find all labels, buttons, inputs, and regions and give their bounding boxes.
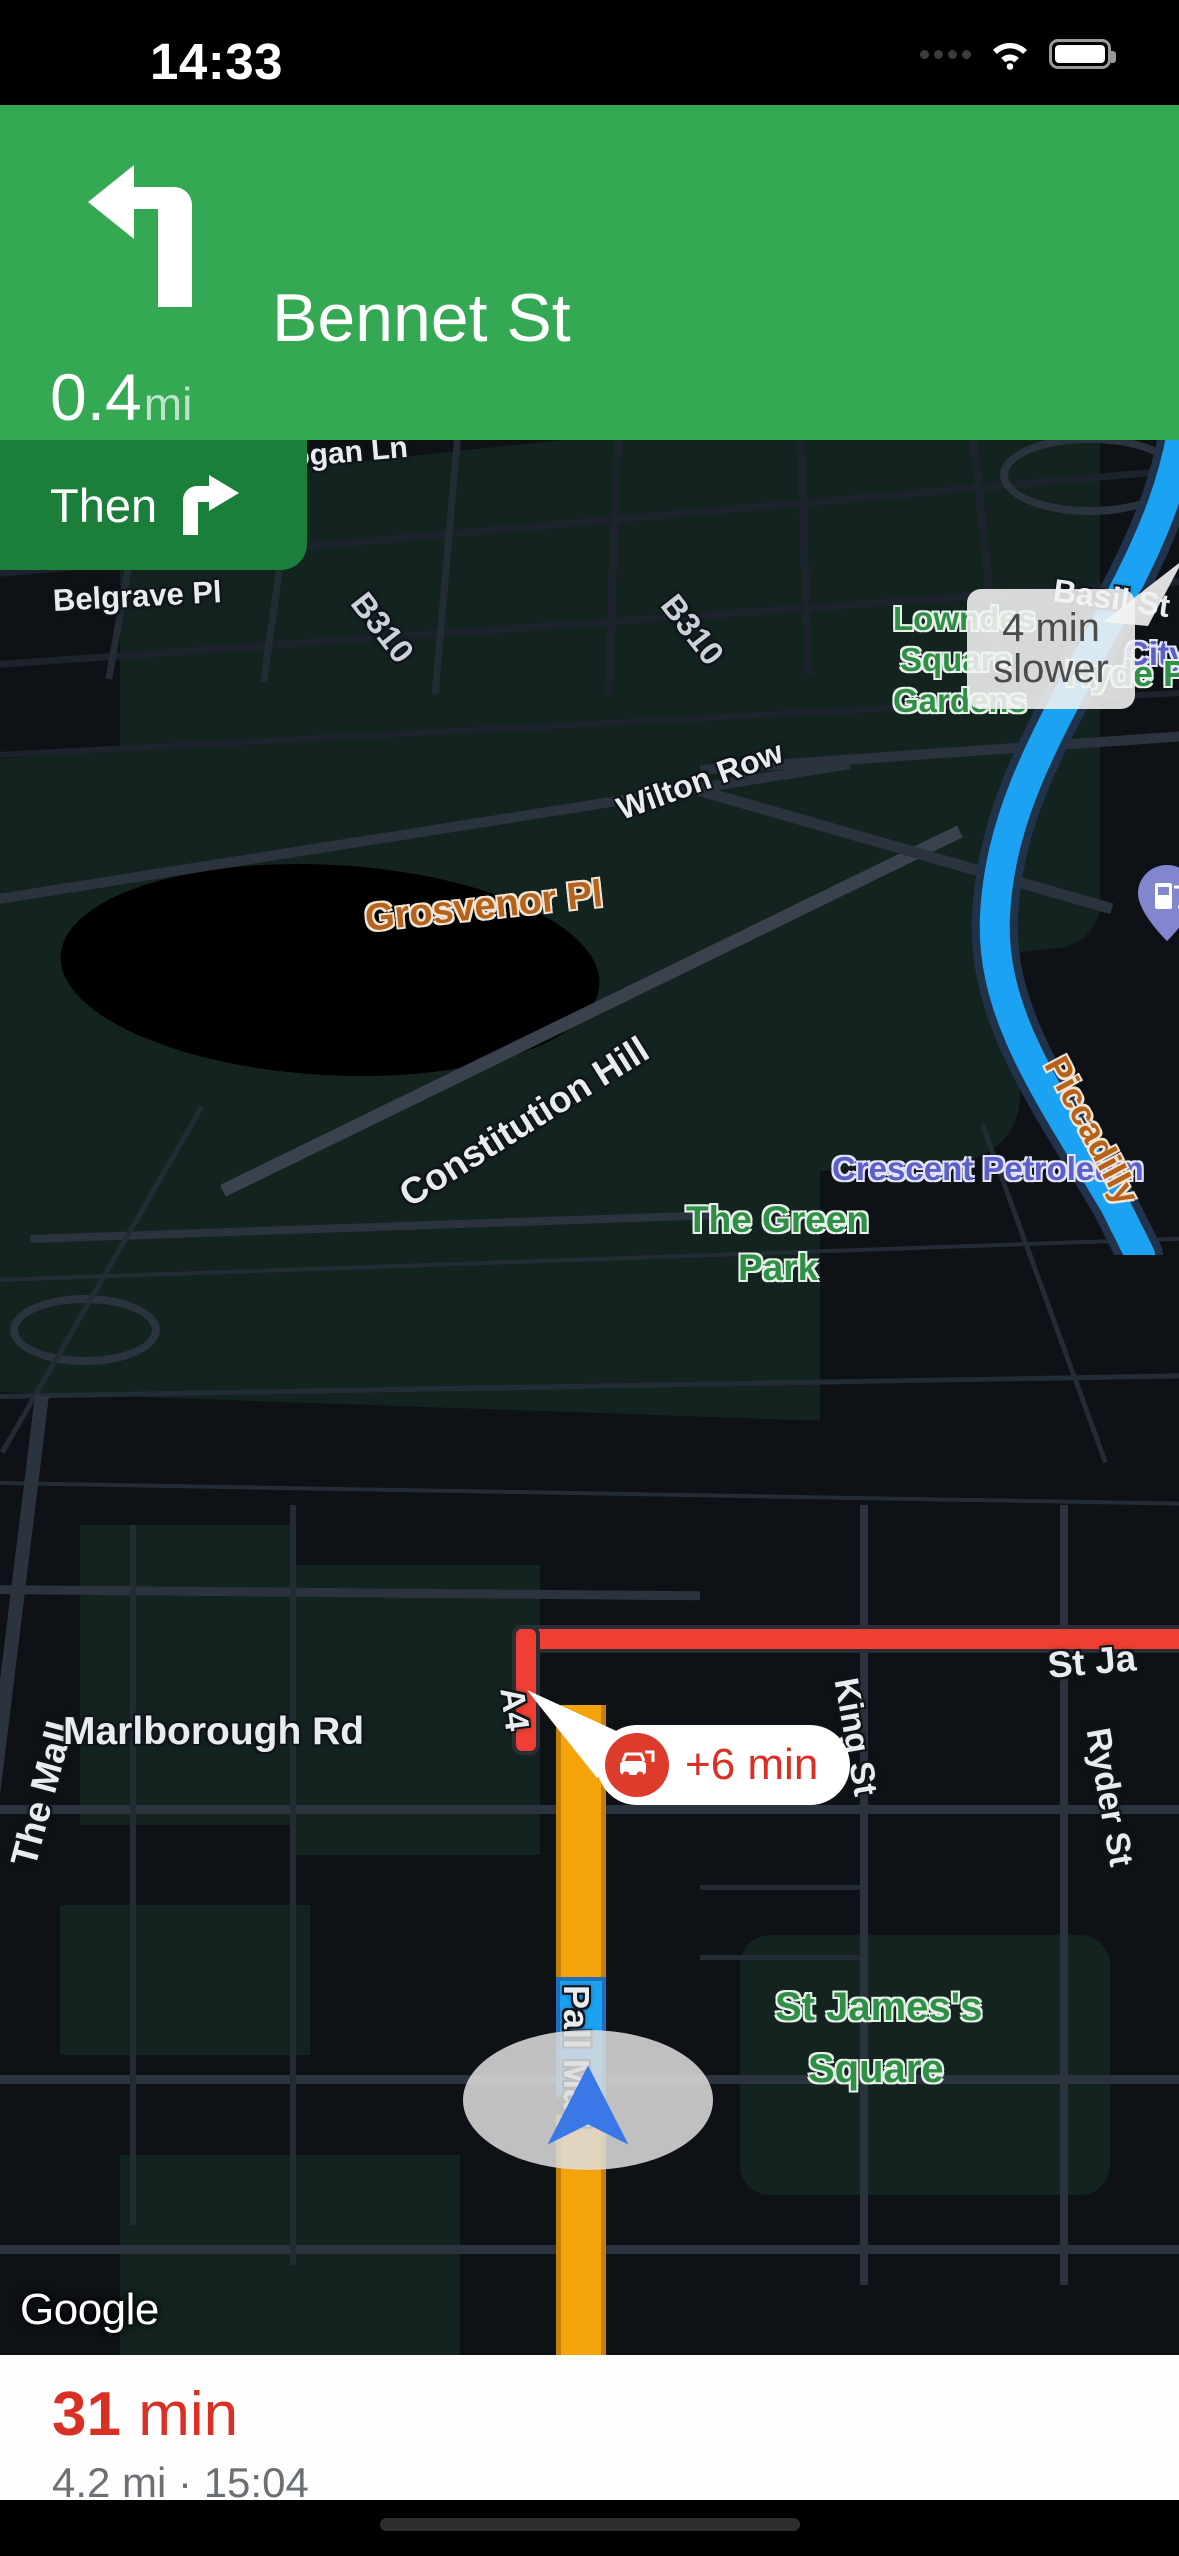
road-segment [0, 1480, 1179, 1507]
road-segment [1060, 1505, 1068, 2285]
eta-minutes: 31 [52, 2380, 121, 2449]
home-indicator[interactable] [379, 2518, 800, 2531]
signal-dots-icon [920, 49, 971, 59]
then-maneuver-panel[interactable]: Then [0, 440, 307, 570]
nav-distance: 0.4mi [50, 359, 192, 435]
nav-distance-unit: mi [143, 378, 193, 430]
google-attribution: Google [20, 2285, 159, 2334]
fuel-station-pin-icon[interactable] [1138, 865, 1179, 941]
road-segment [290, 1505, 296, 2265]
road-segment [700, 1885, 860, 1890]
road-segment [860, 1505, 868, 2285]
road-segment [0, 1395, 49, 1874]
user-location-arrow-icon [547, 2065, 629, 2145]
eta-bottom-sheet[interactable]: 31 min 4.2 mi · 15:04 [0, 2355, 1179, 2506]
piccadilly-highlight [971, 355, 1179, 1255]
alt-route-callout[interactable]: 4 min slower [967, 589, 1135, 709]
status-indicators [920, 38, 1116, 70]
home-indicator-area [0, 2500, 1179, 2556]
map-label-the-mall: The Mall [3, 1717, 81, 1871]
wifi-icon [993, 43, 1027, 70]
nav-distance-value: 0.4 [50, 360, 142, 434]
alt-route-line2: slower [993, 647, 1109, 691]
traffic-delay-badge[interactable]: +6 min [597, 1725, 851, 1805]
status-time: 14:33 [150, 33, 283, 90]
eta-unit: min [120, 2380, 239, 2449]
nav-street-name: Bennet St [272, 280, 571, 356]
battery-icon [1049, 39, 1116, 69]
eta-duration: 31 min [52, 2379, 238, 2450]
traffic-delay-label: +6 min [685, 1740, 819, 1789]
navigation-banner[interactable]: 0.4mi Bennet St [0, 105, 1179, 440]
alt-route-line1: 4 min [1002, 606, 1100, 651]
park-polygon [80, 1525, 290, 1825]
status-bar: 14:33 [0, 0, 1179, 105]
turn-right-arrow-icon [183, 475, 240, 535]
park-polygon [740, 1935, 1110, 2195]
route-red-segment [512, 1625, 1179, 1653]
traffic-car-icon [605, 1733, 669, 1797]
park-polygon [60, 1905, 310, 2055]
then-label: Then [50, 478, 158, 532]
map-label-ryder-st: Ryder St [1078, 1725, 1141, 1870]
turn-left-arrow-icon [88, 165, 192, 307]
road-segment [130, 1525, 136, 2225]
road-segment [700, 1955, 860, 1960]
